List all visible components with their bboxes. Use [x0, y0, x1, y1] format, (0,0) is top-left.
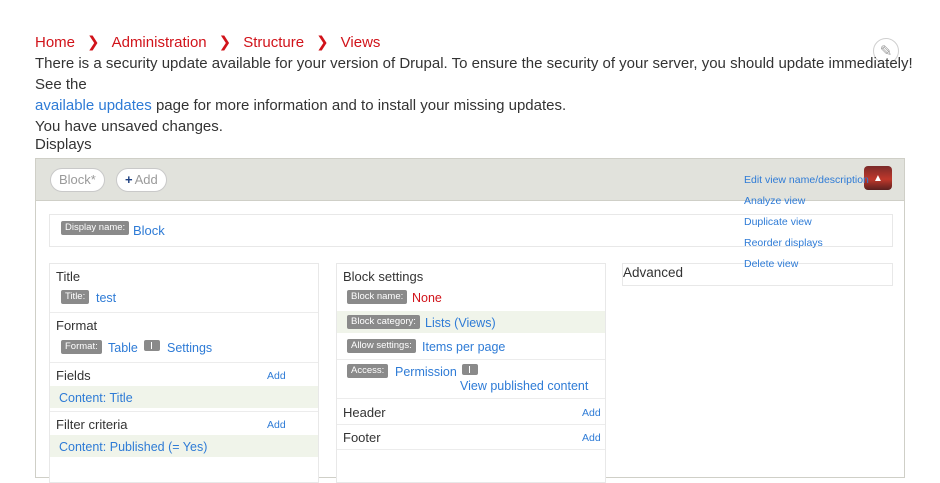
- header-section-heading: Header: [343, 405, 386, 420]
- analyze-view-link[interactable]: Analyze view: [744, 191, 869, 212]
- divider: [50, 312, 318, 313]
- pipe-separator-icon: [144, 340, 160, 351]
- block-name-label: Block name:: [347, 290, 408, 304]
- format-value[interactable]: Table: [108, 341, 138, 355]
- chevron-right-icon: ❯: [316, 34, 329, 51]
- block-name-row: Block name: None: [337, 286, 605, 308]
- format-section-heading: Format: [56, 318, 98, 333]
- displays-panel: Block* + Add Edit view name/description A…: [35, 158, 905, 483]
- add-display-label: Add: [134, 172, 158, 187]
- advanced-section-toggle[interactable]: Advanced: [623, 265, 683, 280]
- title-value[interactable]: test: [96, 291, 116, 305]
- title-section-heading: Title: [56, 269, 81, 284]
- access-value[interactable]: Permission: [395, 365, 457, 379]
- security-message: There is a security update available for…: [35, 53, 915, 116]
- title-label: Title:: [61, 290, 90, 304]
- allow-settings-value[interactable]: Items per page: [422, 340, 505, 354]
- divider: [337, 398, 605, 399]
- access-settings-value[interactable]: View published content: [460, 379, 588, 393]
- breadcrumb-views[interactable]: Views: [341, 34, 381, 51]
- block-category-row: Block category: Lists (Views): [337, 311, 605, 333]
- divider: [337, 424, 605, 425]
- chevron-right-icon: ❯: [87, 34, 100, 51]
- duplicate-view-link[interactable]: Duplicate view: [744, 212, 869, 233]
- list-item: Content: Published (= Yes): [50, 435, 318, 457]
- displays-heading: Displays: [35, 136, 92, 153]
- view-actions-menu: Edit view name/description Analyze view …: [744, 170, 869, 275]
- field-content-title[interactable]: Content: Title: [59, 391, 133, 405]
- reorder-displays-link[interactable]: Reorder displays: [744, 233, 869, 254]
- breadcrumb-structure[interactable]: Structure: [243, 34, 304, 51]
- add-field-button[interactable]: Add: [267, 370, 286, 382]
- access-row: Access: Permission View published conten…: [337, 360, 605, 394]
- block-name-value[interactable]: None: [412, 291, 442, 305]
- filter-published[interactable]: Content: Published (= Yes): [59, 440, 207, 454]
- unsaved-changes-message: You have unsaved changes.: [35, 118, 223, 135]
- title-row: Title: test: [50, 286, 318, 308]
- footer-section-heading: Footer: [343, 430, 381, 445]
- display-name-label: Display name:: [61, 221, 130, 235]
- edit-view-name-link[interactable]: Edit view name/description: [744, 170, 869, 191]
- add-filter-button[interactable]: Add: [267, 419, 286, 431]
- display-name-value[interactable]: Block: [133, 223, 165, 238]
- pipe-separator-icon: [462, 364, 478, 375]
- display-tabs-bar: Block* + Add Edit view name/description A…: [36, 159, 904, 270]
- allow-settings-row: Allow settings: Items per page: [337, 335, 605, 357]
- add-display-button[interactable]: + Add: [116, 168, 167, 192]
- triangle-up-icon: ▲: [873, 172, 883, 184]
- breadcrumb: Home ❯ Administration ❯ Structure ❯ View…: [35, 33, 381, 52]
- filter-section-heading: Filter criteria: [56, 417, 128, 432]
- divider: [337, 449, 605, 450]
- column-first: Title Title: test Format Format: Table S…: [49, 263, 319, 483]
- format-label: Format:: [61, 340, 102, 354]
- tab-block[interactable]: Block*: [50, 168, 105, 192]
- access-label: Access:: [347, 364, 389, 378]
- divider: [50, 411, 318, 412]
- divider: [50, 362, 318, 363]
- status-messages: There is a security update available for…: [35, 53, 915, 137]
- list-item: Content: Title: [50, 386, 318, 408]
- breadcrumb-home[interactable]: Home: [35, 34, 75, 51]
- plus-icon: +: [125, 172, 133, 187]
- add-footer-button[interactable]: Add: [582, 432, 601, 444]
- block-category-label: Block category:: [347, 315, 420, 329]
- add-header-button[interactable]: Add: [582, 407, 601, 419]
- block-category-value[interactable]: Lists (Views): [425, 316, 496, 330]
- delete-view-link[interactable]: Delete view: [744, 254, 869, 275]
- block-settings-heading: Block settings: [343, 269, 424, 284]
- security-message-suffix: page for more information and to install…: [155, 97, 567, 114]
- fields-section-heading: Fields: [56, 368, 91, 383]
- format-settings-link[interactable]: Settings: [167, 341, 212, 355]
- format-row: Format: Table Settings: [50, 336, 318, 358]
- column-second: Block settings Block name: None Block ca…: [336, 263, 606, 483]
- breadcrumb-administration[interactable]: Administration: [112, 34, 207, 51]
- allow-settings-label: Allow settings:: [347, 339, 416, 353]
- chevron-right-icon: ❯: [218, 34, 232, 51]
- security-message-prefix: There is a security update available for…: [35, 55, 913, 93]
- available-updates-link[interactable]: available updates: [35, 97, 152, 114]
